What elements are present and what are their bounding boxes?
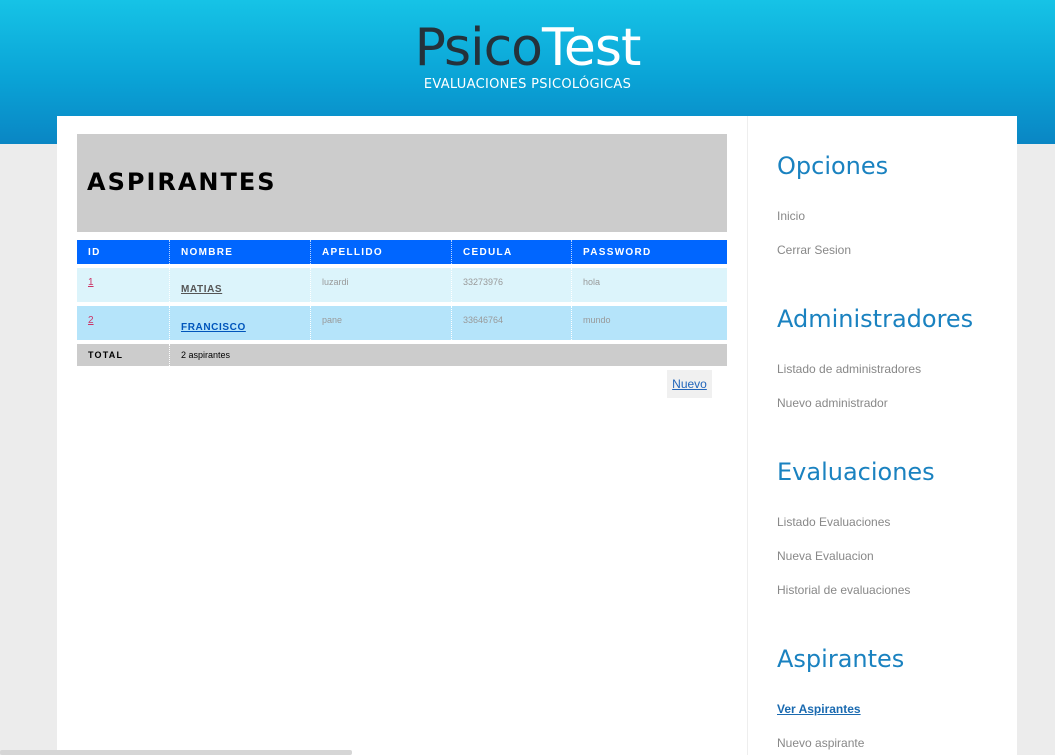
column-header-apellido: APELLIDO (310, 240, 451, 264)
row-cedula: 33646764 (463, 315, 504, 325)
sidebar-item-nuevo-administrador[interactable]: Nuevo administrador (777, 396, 888, 410)
sidebar-item-listado-evaluaciones[interactable]: Listado Evaluaciones (777, 515, 890, 529)
title-box: ASPIRANTES (77, 134, 727, 232)
cell-nombre: FRANCISCO (169, 306, 310, 340)
cell-password: mundo (571, 306, 727, 340)
cell-cedula: 33646764 (451, 306, 571, 340)
sidebar-item-nuevo-aspirante[interactable]: Nuevo aspirante (777, 736, 864, 750)
row-id-link[interactable]: 1 (88, 277, 94, 288)
cell-cedula: 33273976 (451, 268, 571, 302)
table-row: 1 MATIAS luzardi 33273976 hola (77, 268, 727, 302)
total-label: TOTAL (77, 344, 169, 366)
row-password: mundo (583, 315, 611, 325)
total-value: 2 aspirantes (169, 344, 727, 366)
cell-id: 2 (77, 306, 169, 340)
row-name-link[interactable]: FRANCISCO (181, 322, 246, 333)
row-apellido: luzardi (322, 277, 349, 287)
aspirantes-table: ID NOMBRE APELLIDO CEDULA PASSWORD 1 MAT… (77, 236, 727, 370)
sidebar-heading-opciones: Opciones (777, 152, 889, 180)
page-title: ASPIRANTES (87, 168, 277, 196)
row-password: hola (583, 277, 601, 287)
new-aspirant-button[interactable]: Nuevo (667, 370, 712, 398)
table-row: 2 FRANCISCO pane 33646764 mundo (77, 306, 727, 340)
row-cedula: 33273976 (463, 277, 504, 287)
sidebar-item-nueva-evaluacion[interactable]: Nueva Evaluacion (777, 549, 874, 563)
sidebar-item-historial-evaluaciones[interactable]: Historial de evaluaciones (777, 583, 910, 597)
cell-nombre: MATIAS (169, 268, 310, 302)
cell-password: hola (571, 268, 727, 302)
main-content: ASPIRANTES ID NOMBRE APELLIDO CEDULA PAS… (77, 134, 727, 398)
sidebar-heading-administradores: Administradores (777, 305, 974, 333)
horizontal-scrollbar[interactable] (0, 750, 352, 755)
table-header-row: ID NOMBRE APELLIDO CEDULA PASSWORD (77, 240, 727, 264)
sidebar-item-ver-aspirantes[interactable]: Ver Aspirantes (777, 702, 861, 716)
column-header-id: ID (77, 240, 169, 264)
cell-id: 1 (77, 268, 169, 302)
cell-apellido: pane (310, 306, 451, 340)
site-logo[interactable]: PsicoTest (0, 18, 1055, 78)
logo-part-dark: Psico (414, 18, 543, 78)
logo-part-light: Test (541, 18, 641, 78)
sidebar-item-inicio[interactable]: Inicio (777, 209, 805, 223)
cell-apellido: luzardi (310, 268, 451, 302)
sidebar-divider (747, 116, 748, 755)
row-name-link[interactable]: MATIAS (181, 284, 222, 295)
row-apellido: pane (322, 315, 343, 325)
column-header-nombre: NOMBRE (169, 240, 310, 264)
column-header-cedula: CEDULA (451, 240, 571, 264)
sidebar-heading-aspirantes: Aspirantes (777, 645, 905, 673)
sidebar-item-cerrar-sesion[interactable]: Cerrar Sesion (777, 243, 851, 257)
total-row: TOTAL 2 aspirantes (77, 344, 727, 366)
column-header-password: PASSWORD (571, 240, 727, 264)
row-id-link[interactable]: 2 (88, 315, 94, 326)
sidebar-heading-evaluaciones: Evaluaciones (777, 458, 935, 486)
sidebar-item-listado-administradores[interactable]: Listado de administradores (777, 362, 921, 376)
site-tagline: EVALUACIONES PSICOLÓGICAS (423, 77, 632, 92)
content-container: ASPIRANTES ID NOMBRE APELLIDO CEDULA PAS… (57, 116, 1017, 755)
